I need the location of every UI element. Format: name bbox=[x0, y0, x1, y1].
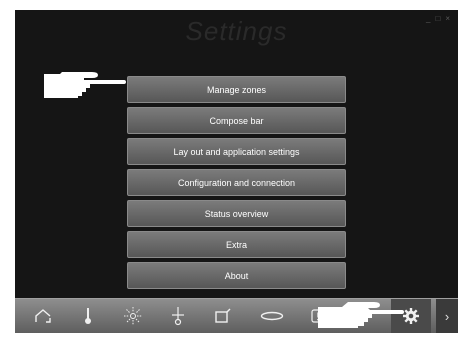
toolbar-scene-button[interactable] bbox=[252, 299, 292, 333]
settings-menu: Manage zones Compose bar Lay out and app… bbox=[127, 76, 346, 289]
window-icon bbox=[214, 308, 232, 324]
toolbar-shutter-button[interactable] bbox=[203, 299, 243, 333]
maximize-button[interactable]: □ bbox=[435, 14, 440, 24]
extra-button[interactable]: Extra bbox=[127, 231, 346, 258]
status-overview-button[interactable]: Status overview bbox=[127, 200, 346, 227]
close-button[interactable]: × bbox=[445, 14, 450, 24]
minimize-button[interactable]: _ bbox=[426, 14, 430, 24]
manage-zones-button[interactable]: Manage zones bbox=[127, 76, 346, 103]
page-title: Settings bbox=[185, 16, 288, 46]
toolbar-temperature-button[interactable] bbox=[68, 299, 108, 333]
toolbar-next-button[interactable]: › bbox=[436, 299, 458, 333]
pointing-hand-icon bbox=[44, 72, 126, 98]
compose-bar-button[interactable]: Compose bar bbox=[127, 107, 346, 134]
window-controls: _ □ × bbox=[426, 14, 450, 24]
app-window: Settings _ □ × Manage zones Compose bar … bbox=[15, 10, 458, 333]
gear-icon bbox=[402, 307, 420, 325]
toolbar-lighting-button[interactable] bbox=[113, 299, 153, 333]
ellipse-icon bbox=[260, 311, 284, 321]
thermometer-icon bbox=[83, 307, 93, 325]
dimmer-icon bbox=[171, 306, 185, 326]
layout-settings-button[interactable]: Lay out and application settings bbox=[127, 138, 346, 165]
toolbar-home-button[interactable] bbox=[23, 299, 63, 333]
chevron-right-icon: › bbox=[444, 308, 450, 324]
home-icon bbox=[34, 308, 52, 324]
about-button[interactable]: About bbox=[127, 262, 346, 289]
sun-icon bbox=[124, 307, 142, 325]
toolbar-dimmer-button[interactable] bbox=[158, 299, 198, 333]
configuration-connection-button[interactable]: Configuration and connection bbox=[127, 169, 346, 196]
pointing-hand-icon bbox=[318, 302, 404, 328]
